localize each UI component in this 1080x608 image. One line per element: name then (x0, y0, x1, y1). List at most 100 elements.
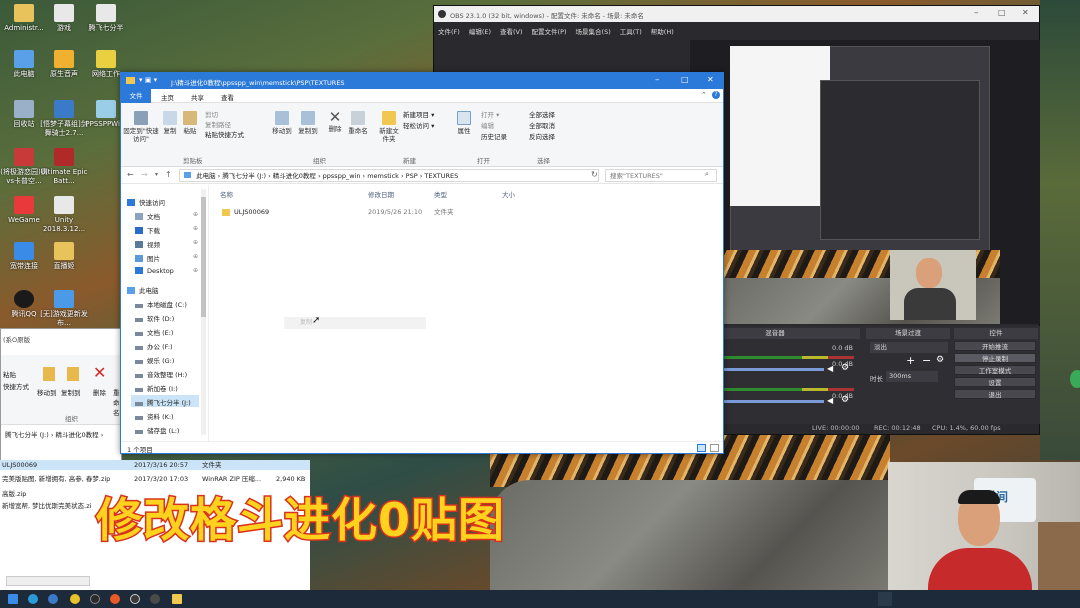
refresh-icon[interactable]: ↻ (591, 170, 598, 179)
properties-button[interactable]: 属性 (455, 111, 473, 135)
menu-scene-collection[interactable]: 场景集合(S) (576, 26, 611, 36)
nav-scrollbar[interactable] (201, 189, 206, 435)
obs-icon[interactable] (130, 594, 140, 604)
breadcrumb-item[interactable]: TEXTURES (424, 172, 458, 180)
bg-file-row[interactable]: ULJS00069 2017/3/16 20:57 文件夹 (0, 460, 310, 470)
breadcrumb-item[interactable]: PSP (406, 172, 418, 180)
desktop-icon-video[interactable]: [悟梦子幕组]剑舞骑士2.7... (40, 100, 88, 138)
copy-button[interactable]: 复制 (161, 111, 179, 135)
nav-item-desktop[interactable]: Desktop (135, 267, 174, 275)
cut-button[interactable]: 剪切 (205, 109, 218, 119)
close-icon[interactable]: ✕ (707, 75, 714, 84)
easy-access-button[interactable]: 轻松访问 ▾ (403, 120, 434, 130)
bg-file-row[interactable]: 完美版贴图, 新增拥有, 高参, 春梦.zip 2017/3/20 17:03 … (0, 474, 310, 484)
nav-item-documents[interactable]: 文档 (135, 211, 160, 221)
start-icon[interactable] (8, 594, 18, 604)
bg-delete-icon[interactable]: ✕ (93, 365, 106, 381)
open-button[interactable]: 打开 ▾ (481, 109, 499, 119)
transition-select[interactable]: 淡出 (870, 342, 948, 353)
quick-access-toolbar[interactable]: ▾ ▣ ▾ (139, 76, 157, 84)
help-icon[interactable]: ? (712, 91, 720, 99)
column-header-type[interactable]: 类型 (434, 189, 447, 199)
close-icon[interactable]: ✕ (1022, 8, 1029, 17)
minimize-icon[interactable]: – (655, 75, 660, 85)
nav-item-drive-i[interactable]: 新加卷 (I:) (135, 383, 178, 393)
maximize-icon[interactable]: □ (998, 8, 1006, 17)
nav-item-drive-g[interactable]: 娱乐 (G:) (135, 355, 174, 365)
desktop-icon-voice[interactable]: 原生音声 (40, 50, 88, 79)
tab-file[interactable]: 文件 (121, 89, 151, 103)
column-header-name[interactable]: 名称 (220, 189, 233, 199)
side-badge[interactable] (1070, 370, 1080, 388)
desktop-icon-live[interactable]: 直播姬 (40, 242, 88, 271)
nav-item-drive-c[interactable]: 本地磁盘 (C:) (135, 299, 187, 309)
bg-file-row[interactable]: 高版.zip (2, 488, 26, 498)
breadcrumb-item[interactable]: 此电脑 (196, 172, 216, 180)
menu-edit[interactable]: 编辑(E) (469, 26, 491, 36)
nav-item-drive-f[interactable]: 办公 (F:) (135, 341, 173, 351)
speaker-icon[interactable]: ◀ (827, 364, 833, 373)
menu-file[interactable]: 文件(F) (438, 26, 460, 36)
invert-selection-button[interactable]: 反向选择 (529, 131, 555, 141)
recent-locations-icon[interactable]: ▾ (155, 171, 158, 178)
nav-item-drive-j[interactable]: 腾飞七分半 (J:) (135, 397, 191, 407)
add-transition-icon[interactable]: + (906, 354, 915, 367)
history-button[interactable]: 历史记录 (481, 131, 507, 141)
new-item-button[interactable]: 新建项目 ▾ (403, 109, 434, 119)
bg-breadcrumb[interactable]: 腾飞七分半 (J:) › 精斗进化0教程 › (5, 429, 103, 439)
exit-button[interactable]: 退出 (954, 389, 1036, 399)
menu-help[interactable]: 帮助(H) (651, 26, 674, 36)
nav-scrollbar-thumb[interactable] (201, 197, 206, 317)
menu-profile[interactable]: 配置文件(P) (532, 26, 567, 36)
bg-file-row[interactable]: 新增宽帮, 梦比优斯完美状态.zi (2, 500, 91, 510)
bg-copy-to-label[interactable]: 复制到 (61, 387, 81, 397)
table-row[interactable]: ULJS00069 2019/5/26 21:10 文件夹 (220, 207, 540, 217)
menu-tools[interactable]: 工具(T) (620, 26, 642, 36)
desktop-icon-ueb[interactable]: Ultimate Epic Batt... (40, 148, 88, 186)
duration-input[interactable]: 300ms (886, 371, 938, 382)
nav-item-drive-h[interactable]: 音效整理 (H:) (135, 369, 187, 379)
search-icon[interactable]: ⌕ (705, 170, 709, 179)
nav-item-quick-access[interactable]: 快速访问 (127, 197, 165, 207)
delete-button[interactable]: ✕ 删除 (325, 109, 345, 133)
bg-move-to-label[interactable]: 移动到 (37, 387, 57, 397)
select-none-button[interactable]: 全部取消 (529, 120, 555, 130)
nav-item-videos[interactable]: 视频 (135, 239, 160, 249)
gear-icon[interactable]: ⚙ (841, 363, 849, 373)
volume-slider[interactable] (724, 368, 824, 371)
column-header-date[interactable]: 修改日期 (368, 189, 394, 199)
maximize-icon[interactable]: □ (681, 75, 689, 84)
volume-slider[interactable] (724, 400, 824, 403)
edge-icon[interactable] (48, 594, 58, 604)
settings-button[interactable]: 设置 (954, 377, 1036, 387)
back-icon[interactable]: ← (127, 170, 134, 179)
music-icon[interactable] (90, 594, 100, 604)
start-streaming-button[interactable]: 开始推流 (954, 341, 1036, 351)
up-icon[interactable]: ↑ (165, 170, 172, 179)
breadcrumb-item[interactable]: ppsspp_win (323, 172, 361, 180)
desktop-icon-update[interactable]: [无]游戏更新发布… (40, 290, 88, 328)
obs-preview[interactable] (690, 40, 1040, 324)
move-to-button[interactable]: 移动到 (271, 111, 293, 135)
pin-quick-access-button[interactable]: 固定到"快速访问" (123, 111, 159, 143)
breadcrumb-item[interactable]: 腾飞七分半 (J:) (222, 172, 266, 180)
copy-path-button[interactable]: 复制路径 (205, 119, 231, 129)
nav-item-drive-l[interactable]: 储存盘 (L:) (135, 425, 179, 435)
forward-icon[interactable]: → (141, 170, 148, 179)
nav-item-this-pc[interactable]: 此电脑 (127, 285, 159, 295)
nav-item-drive-k[interactable]: 资料 (K:) (135, 411, 174, 421)
desktop-icon-tengfei[interactable]: 腾飞七分半 (82, 4, 130, 33)
folder-icon[interactable] (172, 594, 182, 604)
studio-mode-button[interactable]: 工作室模式 (954, 365, 1036, 375)
bg-copy-to-icon[interactable] (67, 367, 79, 381)
gear-icon[interactable]: ⚙ (936, 355, 944, 365)
remove-transition-icon[interactable]: − (922, 354, 931, 367)
paste-button[interactable]: 粘贴 (181, 111, 199, 135)
copy-to-button[interactable]: 复制到 (297, 111, 319, 135)
tab-view[interactable]: 查看 (221, 92, 234, 102)
nav-item-downloads[interactable]: 下载 (135, 225, 160, 235)
firefox-icon[interactable] (110, 594, 120, 604)
new-folder-button[interactable]: 新建文件夹 (377, 111, 401, 143)
chrome-icon[interactable] (70, 594, 80, 604)
select-all-button[interactable]: 全部选择 (529, 109, 555, 119)
